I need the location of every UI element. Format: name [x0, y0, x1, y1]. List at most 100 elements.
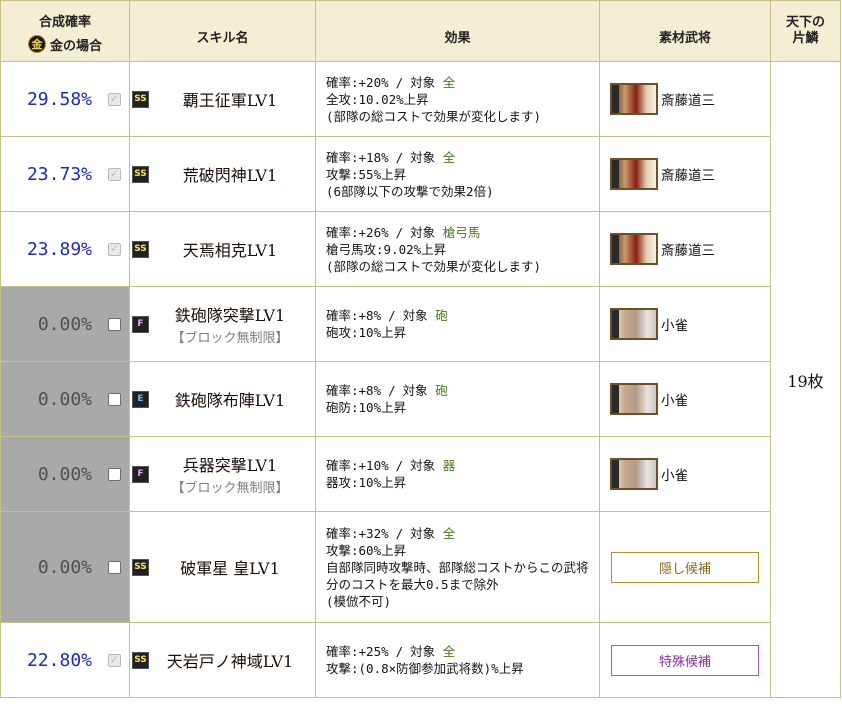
- skill-name: 天焉相克LV1: [182, 241, 278, 260]
- skill-checkbox[interactable]: ✓: [108, 242, 121, 256]
- effect-target: 槍弓馬: [442, 224, 481, 240]
- general-portrait-icon[interactable]: [610, 83, 658, 115]
- effect-cell: 確率:+18% / 対象 全攻撃:55%上昇 (6部隊以下の攻撃で効果2倍): [315, 136, 600, 212]
- effect-cell: 確率:+25% / 対象 全攻撃:(0.8×防御参加武将数)%上昇: [315, 622, 600, 698]
- scale-header-line2: 片鱗: [792, 31, 819, 46]
- effect-probability: 確率:+18%: [326, 149, 389, 165]
- material-general-name: 小雀: [661, 393, 688, 409]
- skill-cell: SS 荒破閃神LV1: [129, 136, 316, 212]
- effect-target-label: 対象: [410, 644, 436, 659]
- gold-coin-icon: 金: [27, 35, 46, 53]
- general-portrait-icon[interactable]: [610, 458, 658, 490]
- effect-condition: (6部隊以下の攻撃で効果2倍): [326, 183, 494, 199]
- material-general-name: 斎藤道三: [661, 243, 715, 259]
- effect-condition: (部隊の総コストで効果が変化します): [326, 108, 542, 124]
- skill-checkbox[interactable]: ✓: [108, 653, 121, 667]
- synthesis-rate: 0.00%: [37, 463, 92, 485]
- material-cell: 隠し候補: [599, 511, 771, 623]
- skill-cell: SS 天岩戸ノ神域LV1: [129, 622, 316, 698]
- effect-cell: 確率:+8% / 対象 砲砲攻:10%上昇: [315, 286, 600, 362]
- material-general-name: 小雀: [661, 318, 688, 334]
- effect-target: 全: [442, 149, 456, 165]
- material-general-name: 斎藤道三: [661, 168, 715, 184]
- material-general-name: 小雀: [661, 468, 688, 484]
- effect-probability-line: 確率:+18% / 対象 全: [326, 149, 593, 166]
- skill-row: 23.89% ✓ SS 天焉相克LV1 確率:+26% / 対象 槍弓馬 槍弓馬攻:9.02%…: [0, 211, 841, 287]
- material-cell: 斎藤道三: [599, 136, 771, 212]
- skill-checkbox[interactable]: [108, 467, 121, 481]
- effect-cell: 確率:+8% / 対象 砲砲防:10%上昇: [315, 361, 600, 437]
- effect-probability: 確率:+8%: [326, 308, 382, 323]
- effect-target-label: 対象: [410, 458, 436, 473]
- general-portrait-icon[interactable]: [610, 308, 658, 340]
- effect-description: 攻撃:60%上昇: [326, 542, 407, 558]
- rate-header-title: 合成確率: [38, 14, 91, 30]
- gold-mode-label: 金 金の場合: [27, 35, 102, 54]
- synthesis-rate: 23.89%: [26, 238, 92, 260]
- effect-description: 槍弓馬攻:9.02%上昇: [326, 241, 447, 257]
- gold-mode-text: 金の場合: [49, 38, 102, 54]
- general-portrait-icon[interactable]: [610, 158, 658, 190]
- skill-checkbox[interactable]: [108, 317, 121, 331]
- scale-header-line1: 天下の: [785, 15, 825, 30]
- scale-header: 天下の 片鱗: [770, 0, 841, 62]
- skill-checkbox[interactable]: [108, 560, 121, 574]
- rank-f-icon: F: [132, 465, 149, 483]
- special-candidate-button[interactable]: 特殊候補: [611, 644, 759, 676]
- skill-name: 荒破閃神LV1: [182, 166, 278, 185]
- skill-checkbox[interactable]: ✓: [108, 167, 121, 181]
- effect-target: 全: [442, 525, 456, 541]
- skill-row: 0.00% F 鉄砲隊突撃LV1 【ブロック無制限】 確率:+8% / 対象 砲砲攻:10%…: [0, 286, 841, 362]
- effect-target: 全: [442, 74, 456, 90]
- material-header: 素材武将: [599, 0, 771, 62]
- material-general-name: 斎藤道三: [661, 93, 715, 109]
- skill-name: 兵器突撃LV1: [182, 456, 278, 475]
- effect-probability: 確率:+10%: [326, 458, 389, 473]
- effect-condition: 自部隊同時攻撃時、部隊総コストからこの武将分のコストを最大0.5まで除外: [326, 559, 589, 592]
- rate-cell: 22.80% ✓: [0, 622, 130, 698]
- rate-header: 合成確率 金 金の場合: [0, 0, 130, 62]
- skill-cell: E 鉄砲隊布陣LV1: [129, 361, 316, 437]
- hidden-candidate-button[interactable]: 隠し候補: [611, 551, 759, 583]
- rate-cell: 23.73% ✓: [0, 136, 130, 212]
- skill-rows: 29.58% ✓ SS 覇王征軍LV1 確率:+20% / 対象 全全攻:10.02%上昇(…: [0, 61, 841, 698]
- skill-checkbox[interactable]: ✓: [108, 92, 121, 106]
- effect-probability-line: 確率:+26% / 対象 槍弓馬: [326, 224, 593, 241]
- effect-target-label: 対象: [410, 525, 436, 541]
- effect-probability-line: 確率:+8% / 対象 砲: [326, 382, 593, 399]
- effect-description: 攻撃:55%上昇: [326, 166, 407, 182]
- rate-cell: 0.00%: [0, 511, 130, 623]
- skill-row: 0.00% E 鉄砲隊布陣LV1 確率:+8% / 対象 砲砲防:10%上昇 小雀: [0, 361, 841, 437]
- general-portrait-icon[interactable]: [610, 233, 658, 265]
- skill-name: 破軍星 皇LV1: [180, 559, 280, 578]
- skill-checkbox[interactable]: [108, 392, 121, 406]
- rate-cell: 0.00%: [0, 286, 130, 362]
- material-cell: 斎藤道三: [599, 211, 771, 287]
- material-cell: 小雀: [599, 436, 771, 512]
- scale-count: 19枚: [787, 371, 824, 391]
- skill-cell: F 鉄砲隊突撃LV1 【ブロック無制限】: [129, 286, 316, 362]
- synthesis-rate: 0.00%: [37, 313, 92, 335]
- skill-cell: SS 天焉相克LV1: [129, 211, 316, 287]
- effect-condition: (部隊の総コストで効果が変化します): [326, 258, 542, 274]
- effect-target-label: 対象: [410, 224, 436, 240]
- synthesis-rate: 22.80%: [26, 649, 92, 671]
- synthesis-rate: 0.00%: [37, 388, 92, 410]
- skill-name: 覇王征軍LV1: [182, 91, 278, 110]
- effect-target-label: 対象: [402, 308, 428, 323]
- effect-separator: /: [388, 308, 396, 323]
- effect-probability-line: 確率:+20% / 対象 全: [326, 74, 593, 91]
- effect-target: 全: [442, 644, 456, 659]
- effect-header: 効果: [315, 0, 600, 62]
- effect-separator: /: [395, 458, 404, 473]
- effect-separator: /: [395, 644, 404, 659]
- rank-ss-icon: SS: [132, 90, 149, 108]
- skill-cell: SS 破軍星 皇LV1: [129, 511, 316, 623]
- skill-synthesis-table: 合成確率 金 金の場合 スキル名 効果 素材武将 天下の 片鱗 29.58% ✓ S…: [0, 0, 841, 698]
- general-portrait-icon[interactable]: [610, 383, 658, 415]
- skill-row: 23.73% ✓ SS 荒破閃神LV1 確率:+18% / 対象 全攻撃:55%上昇 (6部隊…: [0, 136, 841, 212]
- material-cell: 小雀: [599, 361, 771, 437]
- effect-probability: 確率:+26%: [326, 224, 389, 240]
- synthesis-rate: 23.73%: [26, 163, 92, 185]
- effect-target: 器: [442, 458, 456, 473]
